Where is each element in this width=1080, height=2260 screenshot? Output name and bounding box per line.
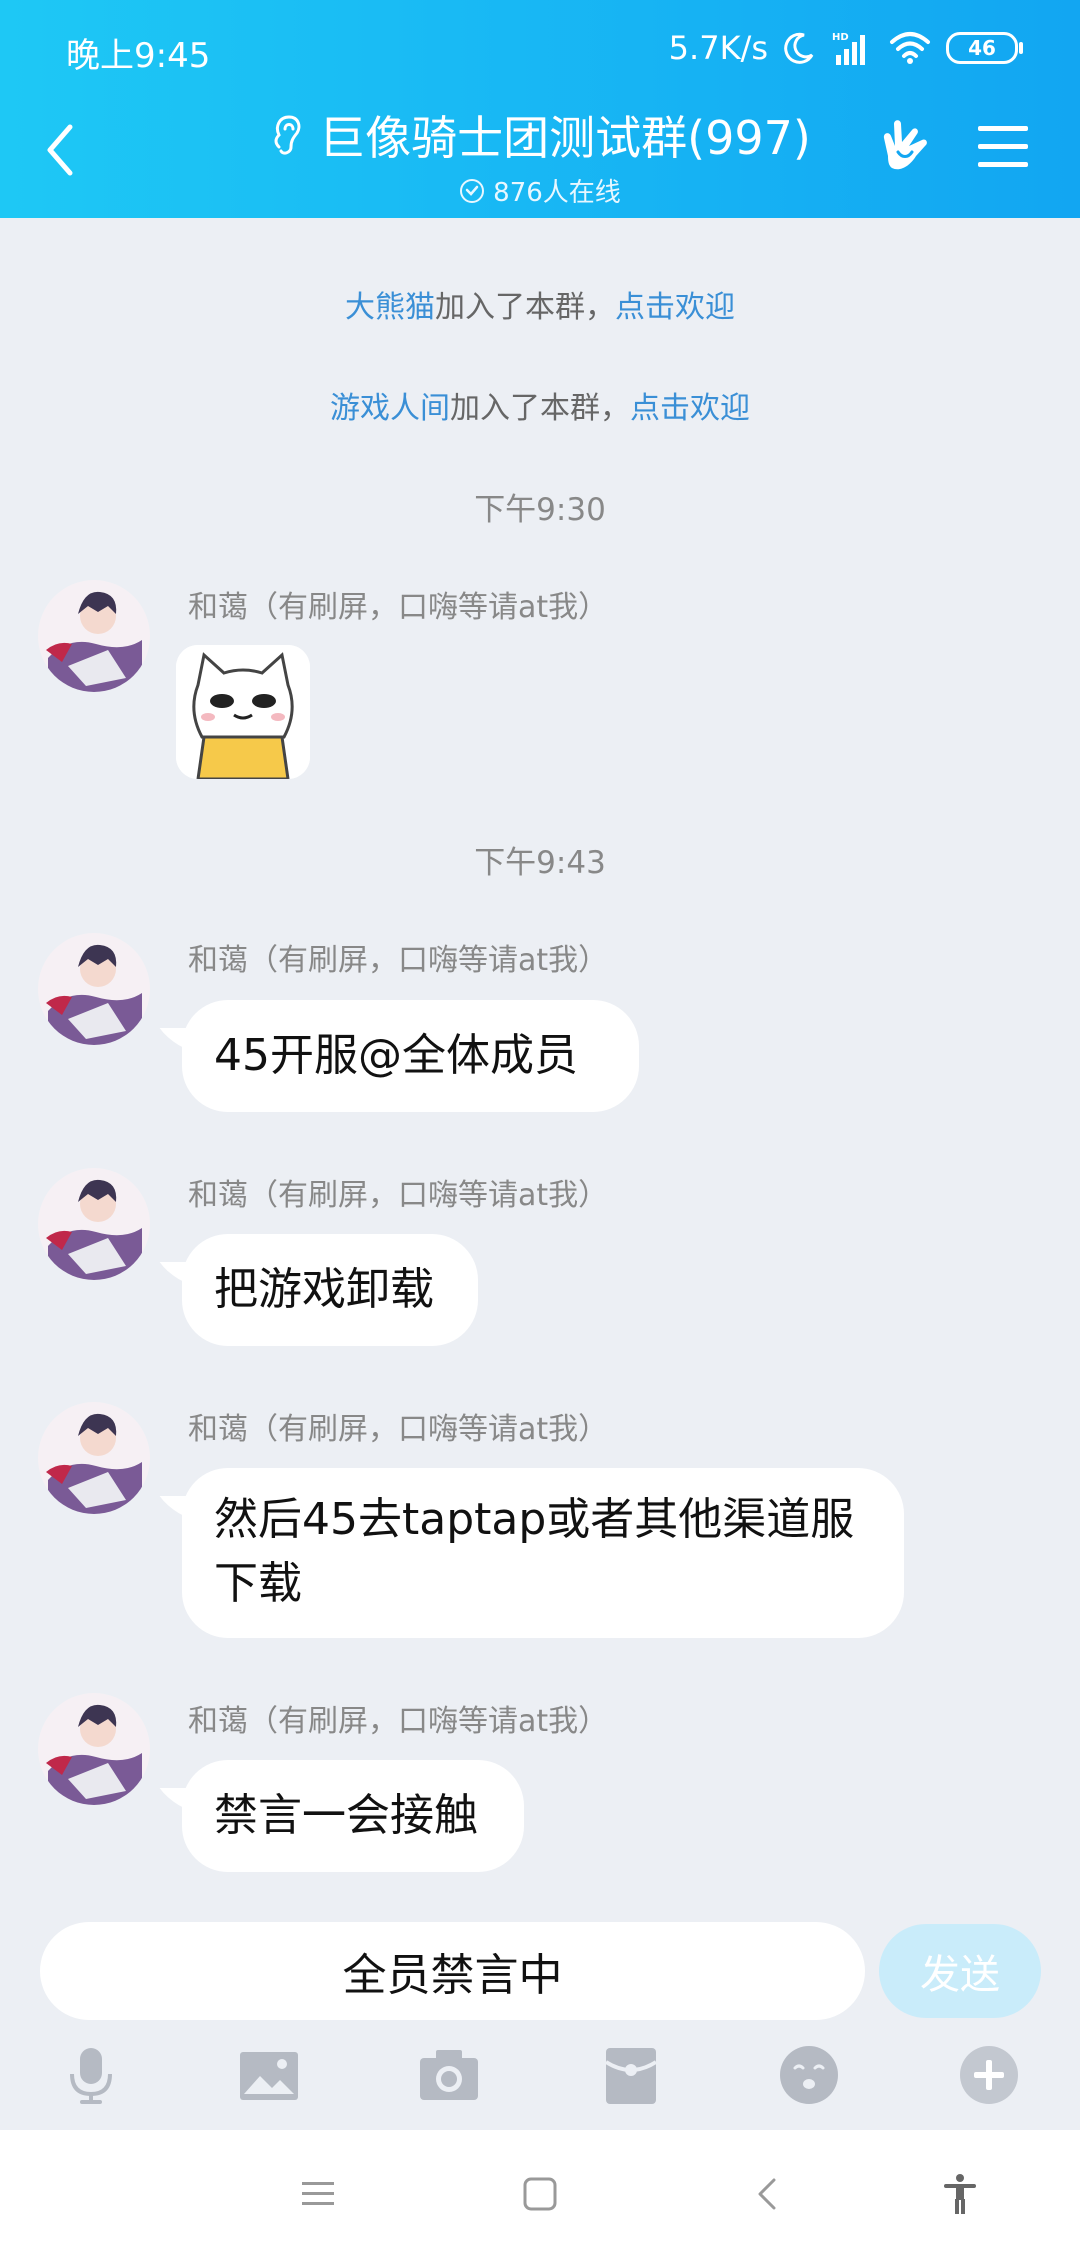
system-message: 游戏人间加入了本群，点击欢迎	[0, 383, 1080, 427]
back-nav-icon[interactable]	[746, 2172, 790, 2216]
message-bubble[interactable]: 把游戏卸载	[182, 1234, 478, 1346]
online-status-icon	[460, 178, 485, 203]
welcome-link[interactable]: 点击欢迎	[615, 290, 735, 325]
status-bar: 晚上9:45 5.7K/s HD 46	[0, 0, 1080, 100]
avatar[interactable]	[38, 580, 150, 692]
hand-gesture-icon[interactable]	[876, 116, 934, 178]
ear-icon	[274, 115, 301, 155]
image-icon[interactable]	[238, 2044, 300, 2106]
status-time: 晚上9:45	[66, 36, 211, 76]
sender-name: 和蔼（有刷屏，口嗨等请at我）	[188, 1412, 609, 1447]
sender-name: 和蔼（有刷屏，口嗨等请at我）	[188, 1178, 609, 1213]
message-bubble[interactable]: 禁言一会接触	[182, 1760, 524, 1872]
svg-text:HD: HD	[832, 32, 849, 43]
header: 晚上9:45 5.7K/s HD 46 巨像骑士团测试群(997) 876人在线	[0, 0, 1080, 218]
sticker-image[interactable]	[176, 645, 310, 779]
input-placeholder: 全员禁言中	[342, 1950, 563, 2001]
mic-icon[interactable]	[60, 2044, 122, 2106]
sender-name: 和蔼（有刷屏，口嗨等请at我）	[188, 590, 609, 625]
moon-icon	[784, 32, 814, 64]
system-nav-bar	[0, 2130, 1080, 2260]
avatar[interactable]	[38, 933, 150, 1045]
camera-icon[interactable]	[418, 2044, 480, 2106]
chat-screen: 晚上9:45 5.7K/s HD 46 巨像骑士团测试群(997) 876人在线…	[0, 0, 1080, 2260]
time-separator: 下午9:30	[474, 492, 606, 528]
plus-icon[interactable]	[958, 2044, 1020, 2106]
message-text: 把游戏卸载	[214, 1264, 434, 1315]
send-button[interactable]: 发送	[879, 1924, 1041, 2018]
group-title: 巨像骑士团测试群(997)	[319, 111, 811, 165]
avatar[interactable]	[38, 1168, 150, 1280]
message-bubble[interactable]: 然后45去taptap或者其他渠道服下载	[182, 1468, 904, 1638]
signal-icon: HD	[832, 32, 865, 65]
avatar[interactable]	[38, 1402, 150, 1514]
wifi-icon	[890, 32, 930, 64]
battery-icon: 46	[946, 32, 1023, 64]
status-icons: 5.7K/s HD 46	[668, 26, 1023, 70]
home-icon[interactable]	[518, 2172, 562, 2216]
message-bubble[interactable]: 45开服@全体成员	[182, 1000, 639, 1112]
emoji-icon[interactable]	[778, 2044, 840, 2106]
welcome-link[interactable]: 点击欢迎	[630, 391, 750, 426]
message-input[interactable]: 全员禁言中	[40, 1922, 865, 2020]
online-count: 876人在线	[493, 178, 621, 208]
message-text: 禁言一会接触	[214, 1790, 478, 1841]
accessibility-icon[interactable]	[938, 2172, 982, 2216]
sender-name: 和蔼（有刷屏，口嗨等请at我）	[188, 943, 609, 978]
time-separator: 下午9:43	[474, 845, 606, 881]
message-text: 45开服@全体成员	[214, 1030, 578, 1081]
message-text: 然后45去taptap或者其他渠道服下载	[214, 1494, 855, 1609]
battery-level: 46	[968, 36, 996, 60]
member-name-link[interactable]: 大熊猫	[345, 290, 435, 325]
member-name-link[interactable]: 游戏人间	[330, 391, 450, 426]
avatar[interactable]	[38, 1693, 150, 1805]
red-packet-icon[interactable]	[600, 2044, 662, 2106]
system-message-text: 加入了本群，	[450, 391, 630, 426]
menu-icon[interactable]	[976, 122, 1030, 172]
send-label: 发送	[920, 1952, 1000, 1998]
system-message-text: 加入了本群，	[435, 290, 615, 325]
recents-icon[interactable]	[296, 2172, 340, 2216]
system-message: 大熊猫加入了本群，点击欢迎	[0, 282, 1080, 326]
net-speed: 5.7K/s	[668, 29, 768, 67]
sender-name: 和蔼（有刷屏，口嗨等请at我）	[188, 1704, 609, 1739]
